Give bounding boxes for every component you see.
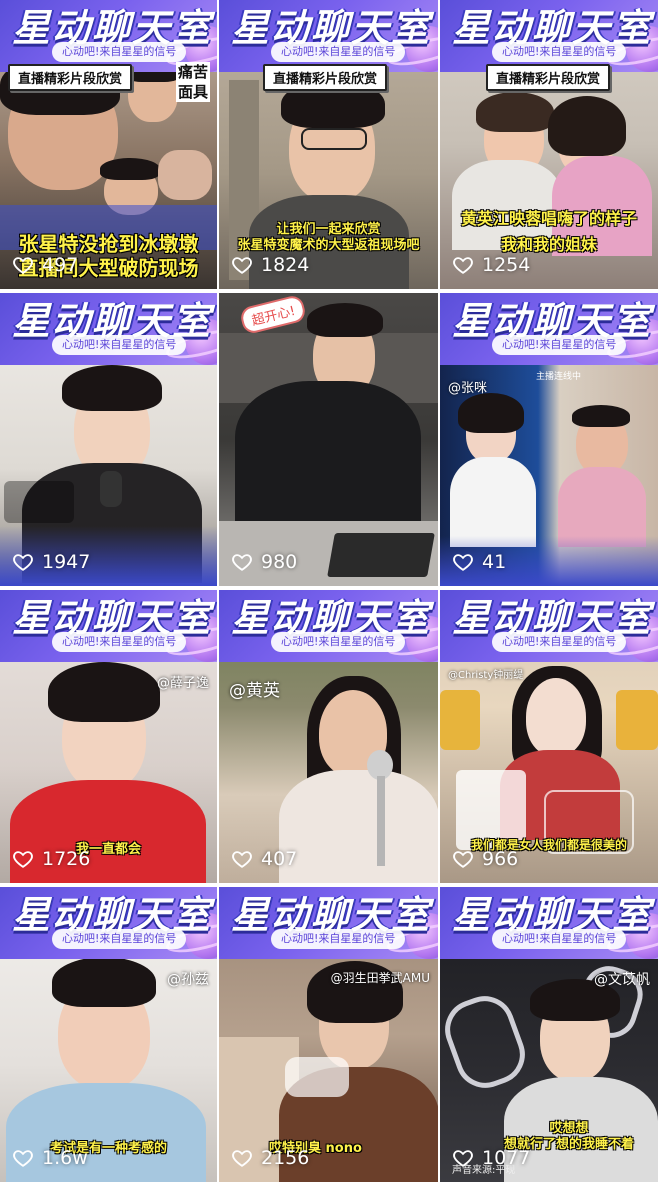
like-count: 1824 [231,253,309,277]
stream-banner: 星动聊天室 心动吧!来自星星的信号 [440,590,658,662]
like-count-value: 1077 [482,1147,531,1169]
video-tile-5[interactable]: 超开心! 980 [219,293,438,586]
video-tile-1[interactable]: 星动聊天室 心动吧!来自星星的信号 直播精彩片段欣赏 痛苦 面具 张星特没抢到冰… [0,0,217,289]
heart-outline-icon[interactable] [452,848,474,870]
highlight-tag: 直播精彩片段欣赏 [263,64,388,91]
video-caption: 黄英江映蓉唱嗨了的样子 我和我的姐妹 [460,209,637,254]
like-count: 1947 [12,550,90,574]
stream-banner: 星动聊天室 心动吧!来自星星的信号 [0,887,217,959]
user-handle: @薛子逸 [156,676,209,691]
banner-subtitle: 心动吧!来自星星的信号 [52,42,187,62]
glasses [301,128,367,150]
highlight-tag: 直播精彩片段欣赏 [486,64,611,91]
heart-outline-icon[interactable] [452,1147,474,1169]
like-count-value: 2156 [261,1147,310,1169]
video-tile-4[interactable]: 星动聊天室 心动吧!来自星星的信号 1947 [0,293,217,586]
video-tile-10[interactable]: 星动聊天室 心动吧!来自星星的信号 @孙兹 考试是有一种考感的 1.6w [0,887,217,1182]
stream-banner: 星动聊天室 心动吧!来自星星的信号 [0,590,217,662]
like-count-value: 966 [482,848,519,870]
heart-outline-icon[interactable] [231,254,253,276]
heart-outline-icon[interactable] [12,848,34,870]
like-count: 1077 [452,1146,530,1170]
like-count-value: 41 [482,551,507,573]
like-count: 1726 [12,847,90,871]
user-handle: @文苡帆 [594,972,650,988]
user-handle: @Christy钟丽缇 [448,670,524,681]
heart-outline-icon[interactable] [231,551,253,573]
video-tile-2[interactable]: 星动聊天室 心动吧!来自星星的信号 直播精彩片段欣赏 让我们一起来欣赏 张星特变… [219,0,438,289]
like-count-value: 1824 [261,254,310,276]
like-count-value: 1726 [42,848,91,870]
heart-outline-icon[interactable] [231,848,253,870]
like-count: 407 [231,847,297,871]
like-count-value: 1.6w [42,1147,88,1169]
heart-outline-icon[interactable] [452,254,474,276]
stream-banner: 星动聊天室 心动吧!来自星星的信号 [0,293,217,365]
video-tile-7[interactable]: 星动聊天室 心动吧!来自星星的信号 @薛子逸 我一直都会 1726 [0,590,217,883]
stream-banner: 星动聊天室 心动吧!来自星星的信号 [440,293,658,365]
laptop [327,533,435,577]
like-count-value: 407 [261,848,298,870]
like-count-value: 980 [261,551,298,573]
stream-banner: 星动聊天室 心动吧!来自星星的信号 [219,887,438,959]
video-tile-8[interactable]: 星动聊天室 心动吧!来自星星的信号 @黄英 407 [219,590,438,883]
heart-outline-icon[interactable] [12,1147,34,1169]
like-count-value: 497 [42,254,79,276]
stream-banner: 星动聊天室 心动吧!来自星星的信号 [219,590,438,662]
stream-banner: 星动聊天室 心动吧!来自星星的信号 [440,887,658,959]
like-count: 966 [452,847,518,871]
like-count: 2156 [231,1146,309,1170]
video-tile-6[interactable]: 星动聊天室 心动吧!来自星星的信号 主播连线中 @张咪 41 [440,293,658,586]
star-sweater [235,381,421,521]
heart-outline-icon[interactable] [12,551,34,573]
guest-handle: @张咪 [448,381,488,396]
video-tile-9[interactable]: 星动聊天室 心动吧!来自星星的信号 @Christy钟丽缇 我们都是女人我们都是… [440,590,658,883]
cup [285,1057,349,1097]
video-grid: 星动聊天室 心动吧!来自星星的信号 直播精彩片段欣赏 痛苦 面具 张星特没抢到冰… [0,0,658,1182]
video-tile-12[interactable]: 星动聊天室 心动吧!来自星星的信号 @文苡帆 哎想想 想就行了想的我睡不着 声音… [440,887,658,1182]
like-count-value: 1947 [42,551,91,573]
like-count: 1254 [452,253,530,277]
like-count: 497 [12,253,78,277]
like-count: 1.6w [12,1146,88,1170]
user-handle: @羽生田挙武AMU [330,971,430,985]
stream-banner: 星动聊天室 心动吧!来自星星的信号 [219,0,438,72]
stream-banner: 星动聊天室 心动吧!来自星星的信号 [440,0,658,72]
viewer-list [4,481,74,523]
microphone [100,471,122,507]
highlight-tag: 直播精彩片段欣赏 [8,64,133,91]
heart-outline-icon[interactable] [452,551,474,573]
live-status: 主播连线中 [536,372,582,382]
like-count: 980 [231,550,297,574]
like-count-value: 1254 [482,254,531,276]
user-handle: @孙兹 [167,972,209,988]
video-caption: 让我们一起来欣赏 张星特变魔术的大型返祖现场吧 [237,222,420,253]
heart-outline-icon[interactable] [12,254,34,276]
side-text: 痛苦 面具 [176,62,210,102]
video-tile-3[interactable]: 星动聊天室 心动吧!来自星星的信号 直播精彩片段欣赏 黄英江映蓉唱嗨了的样子 我… [440,0,658,289]
user-handle: @黄英 [229,681,280,701]
like-count: 41 [452,550,506,574]
heart-outline-icon[interactable] [231,1147,253,1169]
video-tile-11[interactable]: 星动聊天室 心动吧!来自星星的信号 @羽生田挙武AMU 哎特别臭 nono 21… [219,887,438,1182]
